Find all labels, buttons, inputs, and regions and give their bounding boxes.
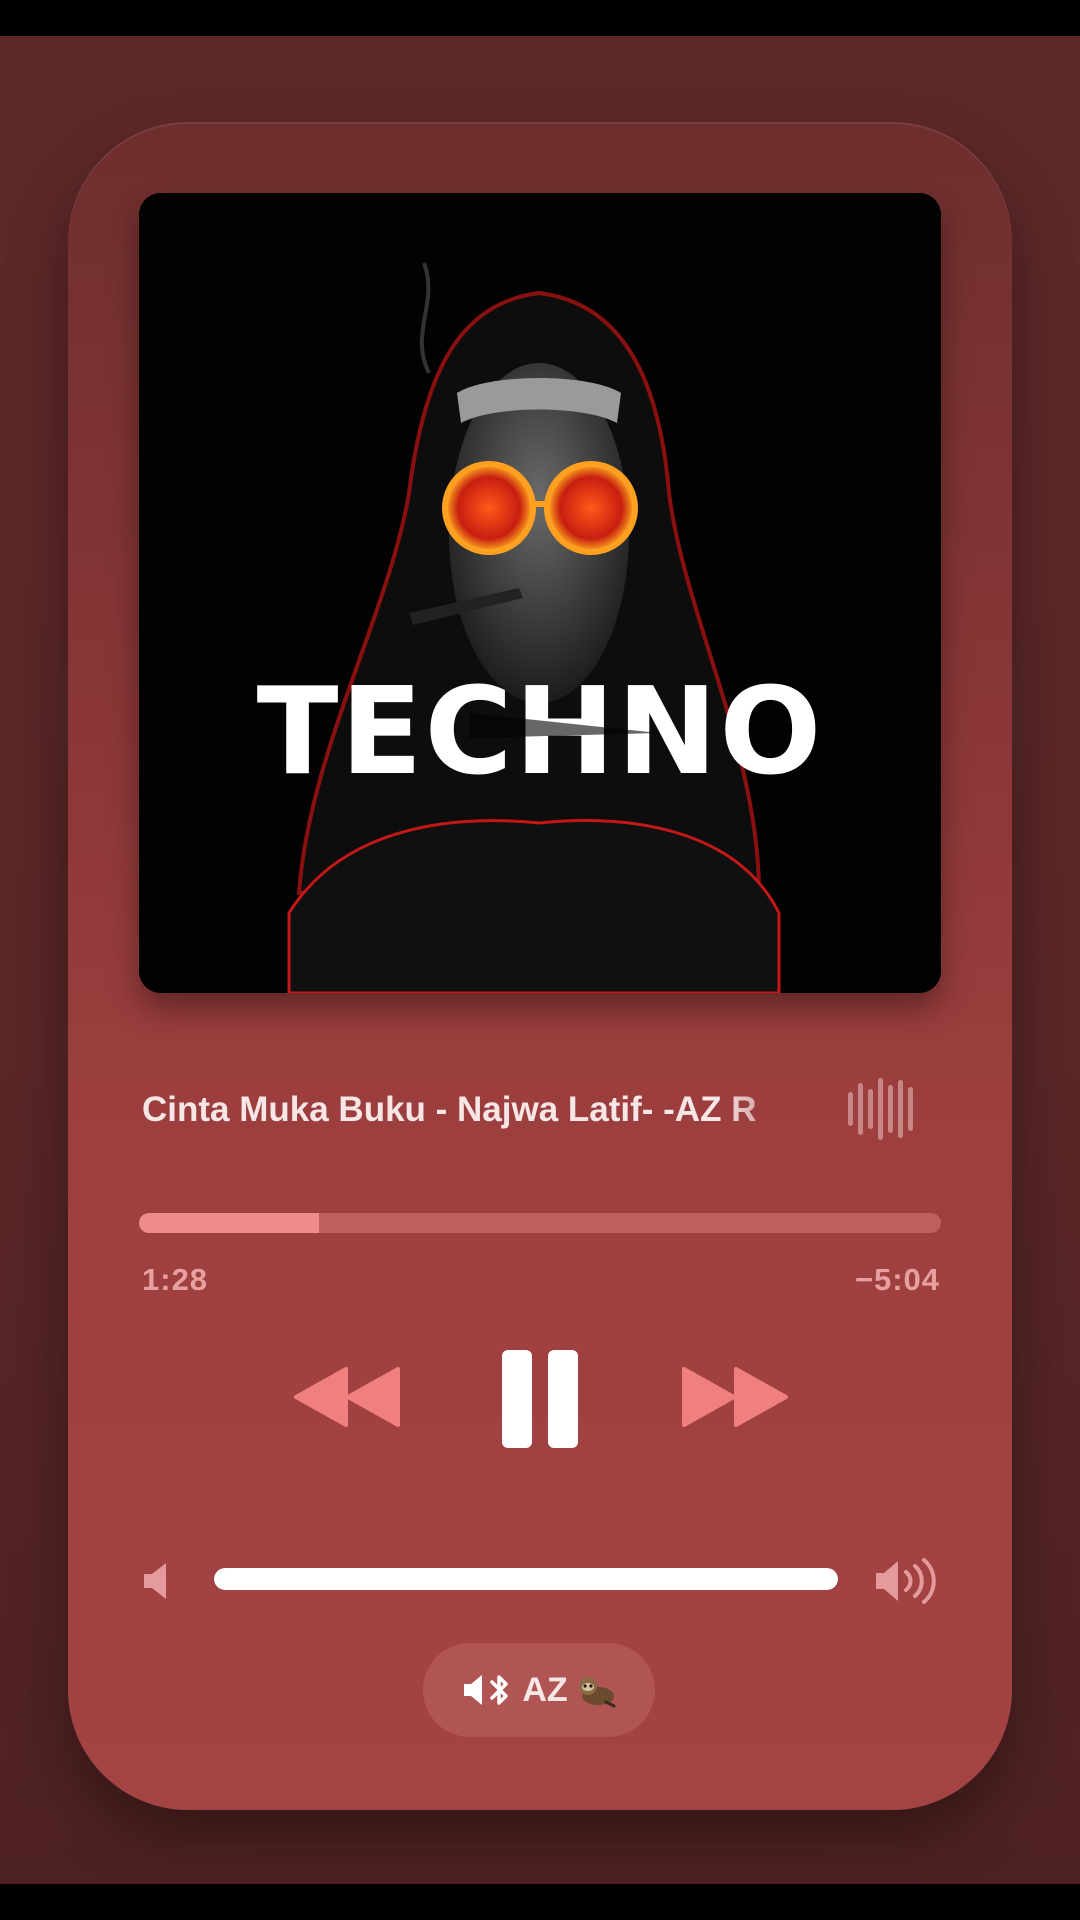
time-elapsed: 1:28 [142, 1262, 209, 1297]
album-artwork: TECHNO [139, 193, 941, 993]
screen: TECHNO Cinta Muka Buku - Najwa Latif- -A… [0, 0, 1080, 1920]
speaker-bluetooth-icon [462, 1672, 514, 1708]
volume-low-icon [142, 1561, 174, 1601]
rewind-icon [294, 1367, 400, 1427]
audio-output-button[interactable]: AZ [423, 1643, 655, 1737]
pause-button[interactable] [500, 1348, 580, 1450]
waveform-icon[interactable] [848, 1074, 914, 1144]
volume-fill [214, 1568, 838, 1590]
volume-high-icon [874, 1556, 940, 1606]
sloth-emoji-icon [576, 1672, 616, 1708]
fast-forward-icon [682, 1367, 788, 1427]
progress-bar[interactable] [139, 1213, 941, 1233]
fast-forward-button[interactable] [680, 1365, 790, 1429]
progress-fill [139, 1213, 319, 1233]
time-remaining: −5:04 [854, 1262, 940, 1297]
pause-icon [502, 1350, 578, 1448]
track-title: Cinta Muka Buku - Najwa Latif- -AZ R [142, 1090, 757, 1129]
volume-slider[interactable] [214, 1568, 838, 1590]
output-device-label: AZ [522, 1670, 568, 1709]
rewind-button[interactable] [292, 1365, 402, 1429]
